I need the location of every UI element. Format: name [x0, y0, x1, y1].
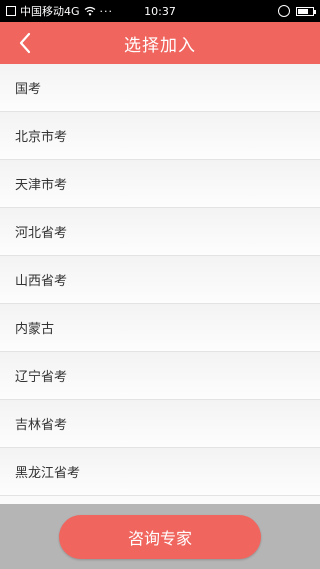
- battery-icon: [296, 6, 316, 16]
- list-item[interactable]: 国考: [0, 64, 320, 112]
- list-item-label: 黑龙江省考: [15, 466, 81, 481]
- list-item[interactable]: 山西省考: [0, 256, 320, 304]
- list-item[interactable]: 北京市考: [0, 112, 320, 160]
- list-item-label: 河北省考: [15, 226, 68, 241]
- battery-fill: [298, 8, 308, 14]
- list-item[interactable]: 黑龙江省考: [0, 448, 320, 496]
- region-list: 国考 北京市考 天津市考 河北省考 山西省考 内蒙古 辽宁省考 吉林省考 黑龙江…: [0, 64, 320, 504]
- sim-icon: [6, 6, 16, 16]
- list-item-label: 辽宁省考: [15, 370, 68, 385]
- list-item-label: 国考: [15, 82, 42, 97]
- list-item-label: 北京市考: [15, 130, 68, 145]
- status-bar: 中国移动4G ··· 10:37: [0, 0, 320, 22]
- chevron-left-icon: [19, 32, 31, 54]
- footer-bar: 咨询专家: [0, 504, 320, 569]
- list-item-label: 山西省考: [15, 274, 68, 289]
- app-header: 选择加入: [0, 22, 320, 64]
- clock: 10:37: [144, 4, 176, 18]
- consult-expert-button[interactable]: 咨询专家: [59, 514, 261, 559]
- wifi-icon: [84, 6, 95, 16]
- carrier-label: 中国移动4G: [20, 5, 80, 18]
- list-item-label: 内蒙古: [15, 322, 55, 337]
- list-item[interactable]: 内蒙古: [0, 304, 320, 352]
- list-item[interactable]: 吉林省考: [0, 400, 320, 448]
- list-item[interactable]: 河北省考: [0, 208, 320, 256]
- list-item[interactable]: 天津市考: [0, 160, 320, 208]
- list-item-label: 吉林省考: [15, 418, 68, 433]
- alarm-icon: [278, 5, 290, 17]
- back-button[interactable]: [12, 30, 38, 56]
- page-title: 选择加入: [124, 35, 196, 56]
- more-indicator: ···: [99, 4, 114, 18]
- list-item-label: 天津市考: [15, 178, 68, 193]
- list-item[interactable]: 辽宁省考: [0, 352, 320, 400]
